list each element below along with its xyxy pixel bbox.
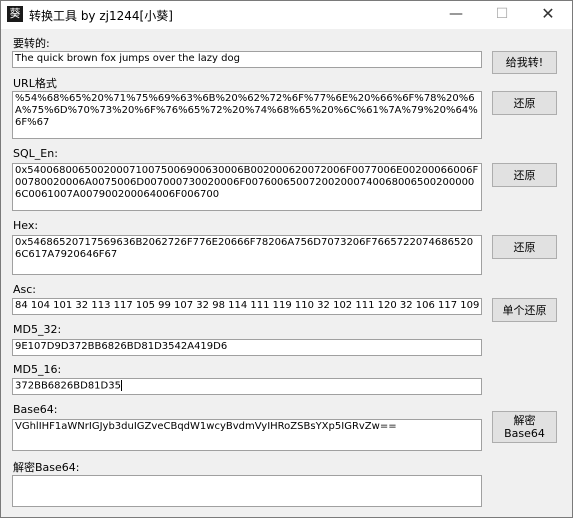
close-button[interactable]: ✕ bbox=[525, 1, 571, 29]
base64-label: Base64: bbox=[13, 403, 58, 416]
sql-label: SQL_En: bbox=[13, 147, 58, 160]
hex-label: Hex: bbox=[13, 219, 39, 232]
app-icon: 葵 bbox=[7, 6, 23, 22]
hex-field[interactable]: 0x54686520717569636B2062726F776E20666F78… bbox=[12, 235, 482, 275]
hex-restore-button[interactable]: 还原 bbox=[492, 235, 557, 259]
convert-button[interactable]: 给我转! bbox=[492, 51, 557, 74]
sql-restore-button[interactable]: 还原 bbox=[492, 163, 557, 187]
asc-restore-button[interactable]: 单个还原 bbox=[492, 298, 557, 322]
decoded-base64-label: 解密Base64: bbox=[13, 461, 80, 474]
asc-field[interactable]: 84 104 101 32 113 117 105 99 107 32 98 1… bbox=[12, 298, 482, 315]
md5-16-field[interactable]: 372BB6826BD81D35 bbox=[12, 378, 482, 395]
main-window: 葵 转换工具 by zj1244[小葵] — ☐ ✕ 要转的: The quic… bbox=[0, 0, 573, 518]
md5-16-value: 372BB6826BD81D35 bbox=[15, 380, 121, 392]
url-restore-button[interactable]: 还原 bbox=[492, 91, 557, 115]
window-title: 转换工具 by zj1244[小葵] bbox=[29, 9, 173, 23]
asc-label: Asc: bbox=[13, 283, 37, 296]
decode-base64-button[interactable]: 解密 Base64 bbox=[492, 411, 557, 443]
decoded-base64-field[interactable] bbox=[12, 475, 482, 507]
text-cursor bbox=[120, 380, 122, 391]
maximize-button[interactable]: ☐ bbox=[479, 1, 525, 29]
input-field[interactable]: The quick brown fox jumps over the lazy … bbox=[12, 51, 482, 68]
decode-base64-button-line1: 解密 bbox=[513, 414, 536, 427]
url-field[interactable]: %54%68%65%20%71%75%69%63%6B%20%62%72%6F%… bbox=[12, 91, 482, 139]
md5-32-field[interactable]: 9E107D9D372BB6826BD81D3542A419D6 bbox=[12, 339, 482, 356]
minimize-button[interactable]: — bbox=[433, 1, 479, 29]
url-label: URL格式 bbox=[13, 77, 57, 90]
input-label: 要转的: bbox=[13, 37, 50, 50]
title-bar[interactable]: 葵 转换工具 by zj1244[小葵] — ☐ ✕ bbox=[1, 1, 572, 29]
sql-field[interactable]: 0x5400680065002000710075006900630006B002… bbox=[12, 163, 482, 211]
decode-base64-button-line2: Base64 bbox=[504, 427, 545, 440]
md5-32-label: MD5_32: bbox=[13, 323, 62, 336]
base64-field[interactable]: VGhlIHF1aWNrIGJyb3duIGZveCBqdW1wcyBvdmVy… bbox=[12, 419, 482, 451]
md5-16-label: MD5_16: bbox=[13, 363, 62, 376]
